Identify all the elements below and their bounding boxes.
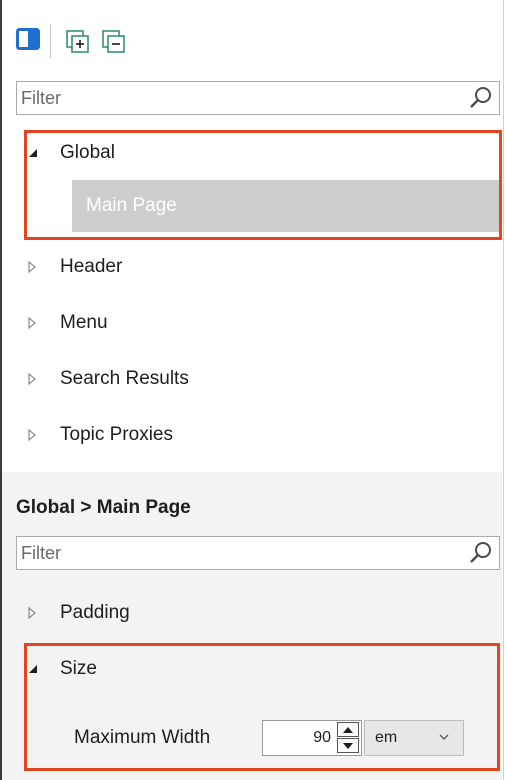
unit-dropdown-value: em [375, 729, 398, 746]
toolbar-separator [50, 24, 51, 58]
property-group-label: Size [60, 658, 97, 679]
tree-item-label: Topic Proxies [60, 424, 173, 445]
property-group-padding[interactable]: Padding [14, 588, 484, 638]
tree-item-label: Header [60, 256, 123, 277]
tree-filter [16, 81, 500, 115]
tree-item-label: Global [60, 142, 115, 163]
property-group-size[interactable]: Size [14, 644, 484, 694]
max-width-input[interactable] [263, 721, 335, 755]
properties-title: Global > Main Page [16, 497, 191, 518]
collapsed-arrow-icon[interactable] [28, 588, 36, 638]
expanded-arrow-icon[interactable] [28, 128, 38, 178]
tree-item-label: Search Results [60, 368, 189, 389]
tree-item-label: Main Page [86, 195, 177, 216]
toolbar [2, 0, 502, 70]
max-width-label: Maximum Width [74, 727, 211, 748]
max-width-stepper [262, 720, 362, 756]
tree-item-menu[interactable]: Menu [14, 298, 484, 348]
property-group-label: Padding [60, 602, 130, 623]
styles-panel: Global Main Page Header Menu Search Resu… [2, 0, 504, 780]
collapsed-arrow-icon[interactable] [28, 354, 36, 404]
decrement-button[interactable] [337, 738, 359, 753]
arrow-down-icon [343, 742, 353, 749]
collapsed-arrow-icon[interactable] [28, 298, 36, 348]
tree-item-main-page[interactable]: Main Page [72, 180, 500, 232]
expanded-arrow-icon[interactable] [28, 644, 38, 694]
search-icon[interactable] [469, 541, 493, 565]
collapsed-arrow-icon[interactable] [28, 242, 36, 292]
chevron-down-icon [439, 734, 449, 740]
increment-button[interactable] [337, 722, 359, 737]
unit-dropdown[interactable]: em [364, 720, 464, 756]
tree-filter-input[interactable] [17, 82, 441, 114]
tree-item-search-results[interactable]: Search Results [14, 354, 484, 404]
properties-filter [16, 536, 500, 570]
tree-item-global[interactable]: Global [14, 128, 484, 178]
panel-toggle-icon[interactable] [16, 28, 40, 50]
search-icon[interactable] [469, 86, 493, 110]
expand-all-icon[interactable] [64, 28, 92, 56]
tree-item-label: Menu [60, 312, 108, 333]
properties-filter-input[interactable] [17, 537, 441, 569]
arrow-up-icon [343, 726, 353, 733]
collapsed-arrow-icon[interactable] [28, 410, 36, 460]
collapse-all-icon[interactable] [100, 28, 128, 56]
tree-item-topic-proxies[interactable]: Topic Proxies [14, 410, 484, 460]
tree-item-header[interactable]: Header [14, 242, 484, 292]
